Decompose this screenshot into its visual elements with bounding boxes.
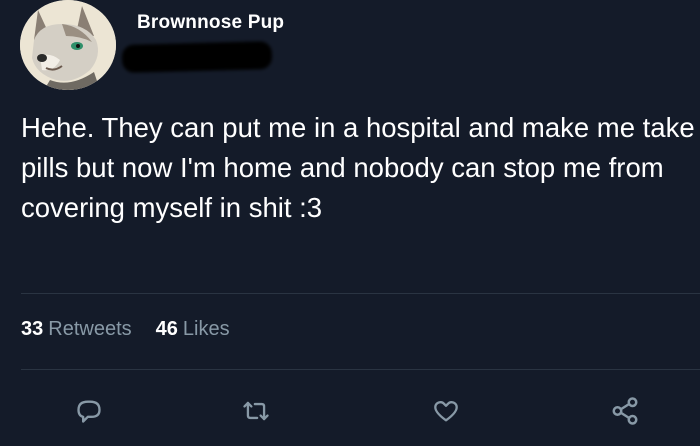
display-name[interactable]: Brownnose Pup xyxy=(137,12,284,34)
retweet-icon xyxy=(243,401,269,421)
share-button[interactable] xyxy=(610,396,640,426)
divider-top xyxy=(21,293,700,294)
divider-bottom xyxy=(21,369,700,370)
likes-stat[interactable]: 46 Likes xyxy=(156,318,230,341)
retweets-stat[interactable]: 33 Retweets xyxy=(21,318,132,341)
tweet-card: Brownnose Pup ⁠ Hehe. They can put me in… xyxy=(0,0,700,446)
handle-redaction-scribble xyxy=(121,41,273,73)
like-button[interactable] xyxy=(431,396,461,426)
heart-icon xyxy=(434,401,458,422)
likes-label: Likes xyxy=(182,318,230,340)
reply-icon xyxy=(77,400,101,423)
engagement-stats: 33 Retweets 46 Likes xyxy=(21,318,230,341)
share-icon xyxy=(612,397,638,425)
reply-button[interactable] xyxy=(74,396,104,426)
likes-count: 46 xyxy=(155,318,178,340)
tweet-text: Hehe. They can put me in a hospital and … xyxy=(21,112,695,223)
retweet-button[interactable] xyxy=(241,396,271,426)
retweets-label: Retweets xyxy=(48,318,132,340)
retweets-count: 33 xyxy=(21,318,44,340)
wolf-avatar-icon[interactable] xyxy=(20,0,116,90)
